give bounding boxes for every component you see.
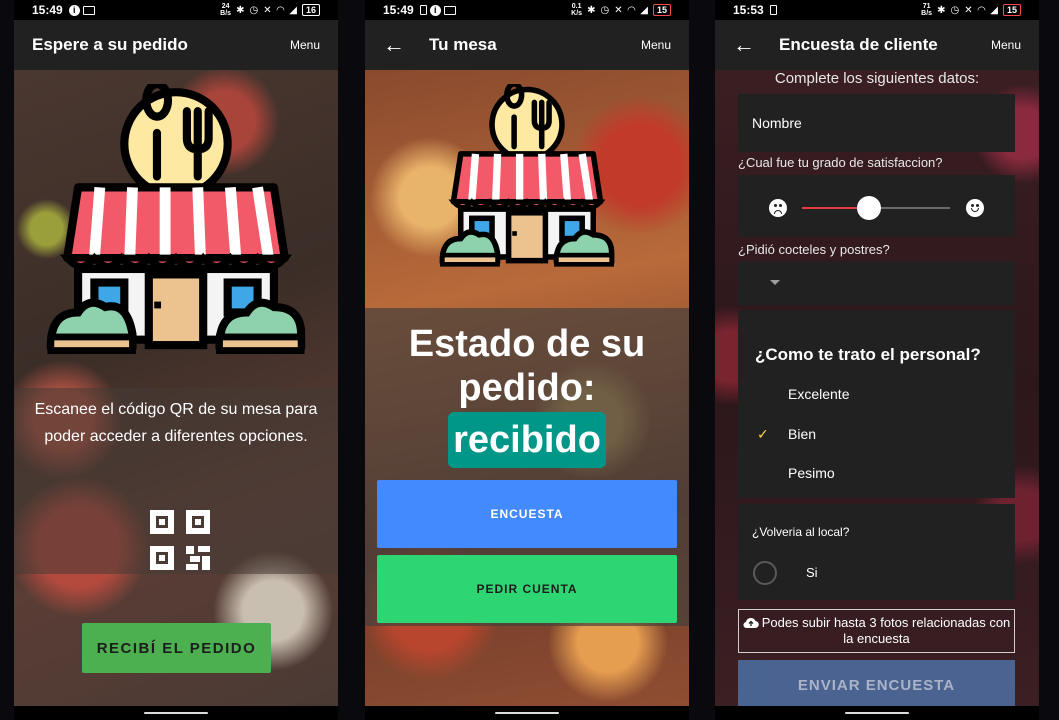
app-bar: ← Tu mesa Menu bbox=[365, 20, 689, 70]
volveria-option-label: Si bbox=[806, 565, 818, 580]
order-status-heading: Estado de su pedido: bbox=[408, 323, 646, 409]
satisfaction-slider[interactable] bbox=[802, 196, 950, 220]
gesture-bar[interactable] bbox=[365, 706, 689, 720]
network-speed: 24 B/s bbox=[220, 3, 232, 17]
laptop-icon bbox=[443, 5, 456, 15]
upload-photos-button[interactable]: Podes subir hasta 3 fotos relacionadas c… bbox=[738, 609, 1015, 653]
chevron-down-icon bbox=[770, 280, 780, 285]
enviar-encuesta-button[interactable]: ENVIAR ENCUESTA bbox=[738, 660, 1015, 706]
volveria-card: ¿Volveria al local? Si bbox=[738, 504, 1015, 600]
order-status-badge: recibido bbox=[448, 412, 606, 468]
mute-icon: ✕ bbox=[263, 4, 272, 16]
signal-icon: ◢ bbox=[289, 4, 297, 16]
notification-icons: i bbox=[68, 4, 95, 16]
survey-form: Complete los siguientes datos: Nombre ¿C… bbox=[715, 70, 1039, 706]
restaurant-icon bbox=[435, 84, 619, 268]
network-speed: 0.1 K/s bbox=[571, 3, 583, 17]
slider-thumb[interactable] bbox=[856, 196, 881, 220]
alarm-icon: ◷ bbox=[600, 4, 610, 16]
status-time: 15:49 bbox=[383, 3, 414, 17]
screen-espere-pedido: 15:49 i 24 B/s ✱ ◷ ✕ ◠ ◢ 16 Espere a su p… bbox=[14, 0, 338, 720]
status-bar: 15:49 i 24 B/s ✱ ◷ ✕ ◠ ◢ 16 bbox=[14, 0, 338, 20]
system-icons: 0.1 K/s ✱ ◷ ✕ ◠ ◢ 15 bbox=[571, 3, 671, 17]
bluetooth-icon: ✱ bbox=[937, 4, 946, 16]
postres-dropdown[interactable] bbox=[738, 261, 1015, 305]
wifi-icon: ◠ bbox=[276, 4, 285, 16]
laptop-icon bbox=[82, 5, 95, 15]
system-icons: 71 B/s ✱ ◷ ✕ ◠ ◢ 15 bbox=[921, 3, 1021, 17]
battery-icon: 15 bbox=[1002, 4, 1021, 16]
notification-icons bbox=[769, 5, 777, 15]
alarm-icon: ◷ bbox=[950, 4, 960, 16]
restaurant-icon bbox=[40, 84, 312, 356]
app-bar: ← Encuesta de cliente Menu bbox=[715, 20, 1039, 70]
trato-option-pesimo[interactable]: Pesimo bbox=[738, 453, 1015, 493]
status-bar: 15:53 71 B/s ✱ ◷ ✕ ◠ ◢ 15 bbox=[715, 0, 1039, 20]
back-arrow-icon[interactable]: ← bbox=[383, 34, 405, 56]
trato-card: ¿Como te trato el personal? Excelente ✓ B… bbox=[738, 310, 1015, 498]
phone-icon bbox=[769, 5, 777, 15]
qr-code-icon[interactable] bbox=[150, 510, 210, 570]
wifi-icon: ◠ bbox=[977, 4, 986, 16]
scan-instructions: Escanee el código QR de su mesa para pod… bbox=[34, 401, 318, 445]
status-time: 15:53 bbox=[733, 3, 764, 17]
menu-button[interactable]: Menu bbox=[991, 38, 1021, 52]
bluetooth-icon: ✱ bbox=[587, 4, 596, 16]
volveria-question: ¿Volveria al local? bbox=[752, 525, 850, 539]
bluetooth-icon: ✱ bbox=[236, 4, 245, 16]
gesture-bar[interactable] bbox=[715, 706, 1039, 720]
status-time: 15:49 bbox=[32, 3, 63, 17]
trato-question: ¿Como te trato el personal? bbox=[755, 345, 981, 364]
form-heading: Complete los siguientes datos: bbox=[774, 70, 980, 87]
signal-icon: ◢ bbox=[640, 4, 648, 16]
nombre-field[interactable]: Nombre bbox=[738, 94, 1015, 152]
recibi-pedido-button[interactable]: RECIBÍ EL PEDIDO bbox=[82, 623, 271, 673]
encuesta-button[interactable]: ENCUESTA bbox=[377, 480, 677, 548]
battery-icon: 15 bbox=[652, 4, 671, 16]
volveria-radio[interactable] bbox=[753, 561, 777, 585]
trato-option-excelente[interactable]: Excelente bbox=[738, 374, 1015, 414]
info-icon: i bbox=[429, 4, 441, 16]
battery-icon: 16 bbox=[301, 4, 320, 16]
page-title: Encuesta de cliente bbox=[779, 35, 938, 54]
status-bar: 15:49 i 0.1 K/s ✱ ◷ ✕ ◠ ◢ 15 bbox=[365, 0, 689, 20]
notification-icons: i bbox=[419, 4, 456, 16]
phone-icon bbox=[419, 5, 427, 15]
mute-icon: ✕ bbox=[614, 4, 623, 16]
sad-face-icon bbox=[769, 199, 787, 217]
app-bar: Espere a su pedido Menu bbox=[14, 20, 338, 70]
upload-text: Podes subir hasta 3 fotos relacionadas c… bbox=[761, 615, 1011, 646]
satisfaction-slider-card bbox=[738, 175, 1015, 237]
page-title: Tu mesa bbox=[429, 35, 497, 54]
trato-option-bien[interactable]: ✓ Bien bbox=[738, 414, 1015, 454]
system-icons: 24 B/s ✱ ◷ ✕ ◠ ◢ 16 bbox=[220, 3, 320, 17]
satisfaction-label: ¿Cual fue tu grado de satisfaccion? bbox=[738, 155, 943, 170]
page-title: Espere a su pedido bbox=[32, 35, 188, 54]
wifi-icon: ◠ bbox=[627, 4, 636, 16]
main-content: Escanee el código QR de su mesa para pod… bbox=[14, 70, 338, 706]
info-icon: i bbox=[68, 4, 80, 16]
nombre-placeholder: Nombre bbox=[752, 115, 802, 131]
gesture-bar[interactable] bbox=[14, 706, 338, 720]
network-speed: 71 B/s bbox=[921, 3, 933, 17]
back-arrow-icon[interactable]: ← bbox=[733, 34, 755, 56]
postres-label: ¿Pidió cocteles y postres? bbox=[738, 242, 890, 257]
check-icon: ✓ bbox=[757, 425, 769, 442]
screen-encuesta: 15:53 71 B/s ✱ ◷ ✕ ◠ ◢ 15 ← Encuesta de c… bbox=[715, 0, 1039, 720]
mute-icon: ✕ bbox=[964, 4, 973, 16]
main-content: Estado de su pedido: recibido ENCUESTA P… bbox=[365, 70, 689, 706]
alarm-icon: ◷ bbox=[249, 4, 259, 16]
screen-tu-mesa: 15:49 i 0.1 K/s ✱ ◷ ✕ ◠ ◢ 15 ← Tu mesa Me… bbox=[365, 0, 689, 720]
happy-face-icon bbox=[966, 199, 984, 217]
menu-button[interactable]: Menu bbox=[290, 38, 320, 52]
signal-icon: ◢ bbox=[990, 4, 998, 16]
menu-button[interactable]: Menu bbox=[641, 38, 671, 52]
pedir-cuenta-button[interactable]: PEDIR CUENTA bbox=[377, 555, 677, 623]
cloud-upload-icon bbox=[743, 617, 759, 629]
